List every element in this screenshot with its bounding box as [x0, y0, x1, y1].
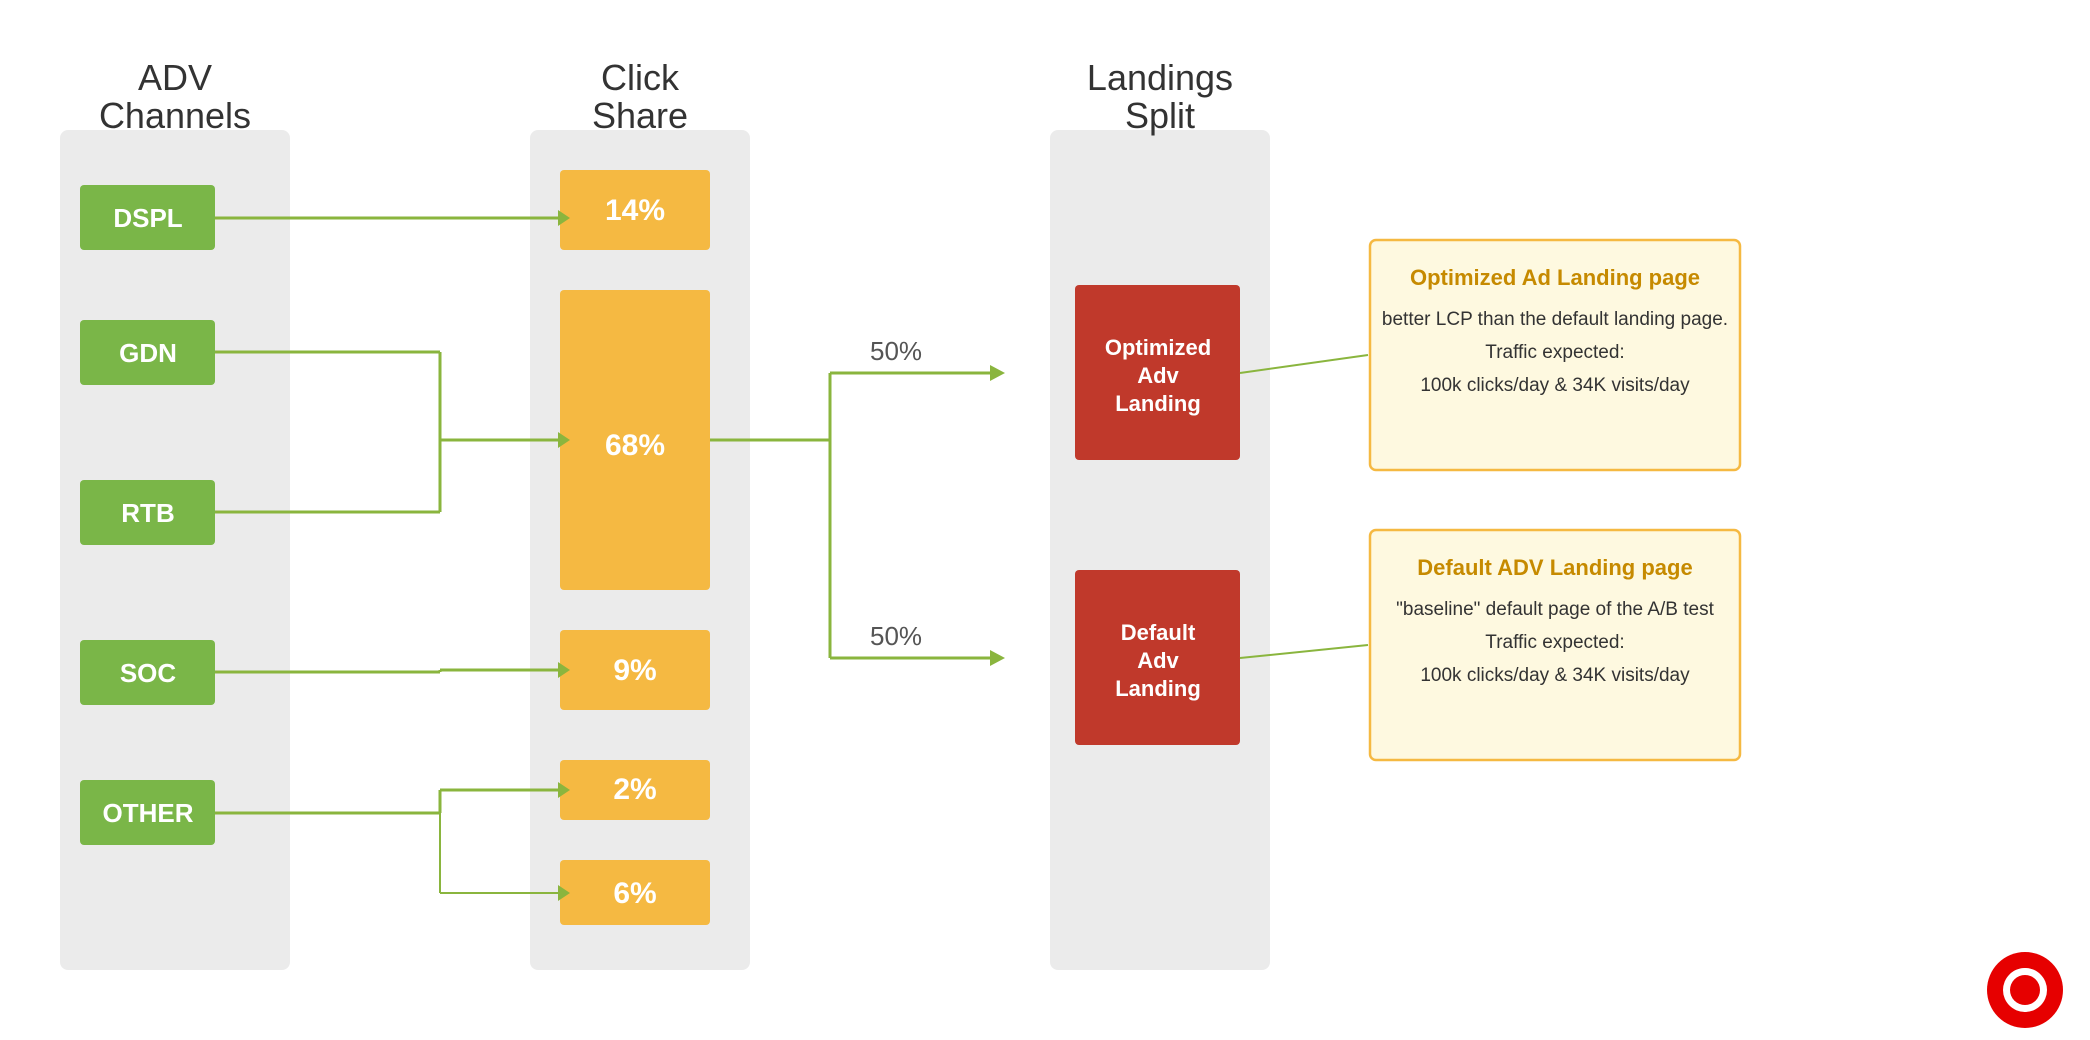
svg-text:Adv: Adv: [1137, 363, 1179, 388]
svg-text:68%: 68%: [605, 429, 665, 462]
svg-text:Split: Split: [1125, 95, 1195, 136]
svg-text:Share: Share: [592, 95, 688, 136]
adv-panel-bg: [60, 130, 290, 970]
svg-text:"baseline" default page of the: "baseline" default page of the A/B test: [1396, 599, 1714, 620]
svg-text:DSPL: DSPL: [113, 203, 182, 233]
svg-text:GDN: GDN: [119, 338, 177, 368]
svg-text:100k clicks/day & 34K visits/: 100k clicks/day & 34K visits/day: [1420, 665, 1690, 686]
svg-text:Landing: Landing: [1115, 676, 1201, 701]
diagram-container: ADV Channels Click Share Landings Split …: [0, 0, 2090, 1040]
click-panel-bg: [530, 130, 750, 970]
svg-text:14%: 14%: [605, 194, 665, 227]
svg-text:Default ADV Landing page: Default ADV Landing page: [1417, 555, 1692, 580]
svg-text:50%: 50%: [870, 621, 922, 651]
svg-text:6%: 6%: [613, 877, 656, 910]
svg-text:Landings: Landings: [1087, 57, 1233, 98]
svg-text:Adv: Adv: [1137, 648, 1179, 673]
svg-text:2%: 2%: [613, 773, 656, 806]
adv-header-text: ADV: [138, 57, 212, 98]
svg-text:Channels: Channels: [99, 95, 251, 136]
svg-text:100k clicks/day & 34K visits/: 100k clicks/day & 34K visits/day: [1420, 375, 1690, 396]
landings-panel-bg: [1050, 130, 1270, 970]
arrows-overlay: ADV Channels Click Share Landings Split …: [0, 0, 2090, 1040]
svg-text:better LCP than the default la: better LCP than the default landing page…: [1382, 309, 1728, 330]
svg-text:RTB: RTB: [121, 498, 174, 528]
svg-text:9%: 9%: [613, 654, 656, 687]
svg-text:Optimized Ad Landing page: Optimized Ad Landing page: [1410, 265, 1700, 290]
svg-text:Landing: Landing: [1115, 391, 1201, 416]
svg-text:50%: 50%: [870, 336, 922, 366]
svg-text:Default: Default: [1121, 620, 1196, 645]
svg-text:OTHER: OTHER: [103, 798, 194, 828]
svg-text:Traffic expected:: Traffic expected:: [1485, 342, 1624, 363]
svg-text:SOC: SOC: [120, 658, 177, 688]
svg-text:Optimized: Optimized: [1105, 335, 1211, 360]
svg-text:Click: Click: [601, 57, 680, 98]
svg-text:Traffic expected:: Traffic expected:: [1485, 632, 1624, 653]
